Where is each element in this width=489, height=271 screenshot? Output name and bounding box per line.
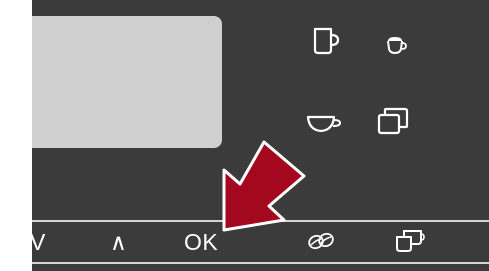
display-screen — [32, 16, 222, 148]
two-cups-icon[interactable] — [394, 228, 426, 259]
bottom-button-row: V ∧ OK — [32, 222, 489, 262]
bottom-divider — [32, 262, 489, 264]
cappuccino-cup-icon[interactable] — [386, 34, 408, 56]
coffee-beans-icon[interactable] — [306, 231, 336, 256]
mug-icon[interactable] — [312, 26, 342, 56]
down-button[interactable]: V — [32, 229, 46, 255]
espresso-cup-icon[interactable] — [304, 112, 350, 136]
up-button[interactable]: ∧ — [110, 229, 127, 255]
ok-button[interactable]: OK — [184, 229, 218, 255]
coffee-machine-control-panel: V ∧ OK — [32, 0, 489, 271]
double-cup-icon[interactable] — [376, 106, 410, 136]
